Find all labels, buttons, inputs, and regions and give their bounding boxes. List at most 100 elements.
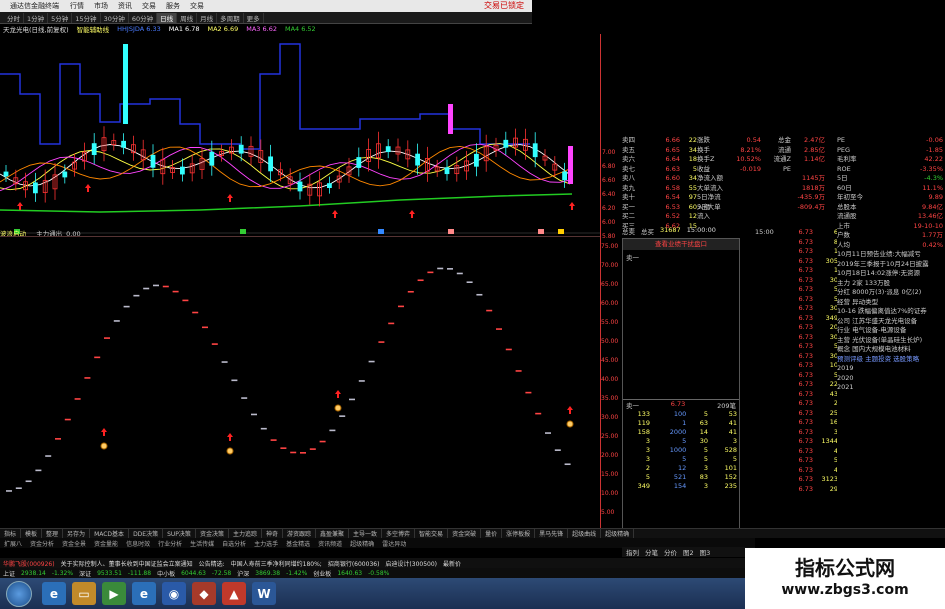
detail-row: 3 5 30 3 — [623, 436, 739, 445]
menu-item[interactable]: 资讯 — [118, 1, 132, 11]
indicator-name[interactable]: 智能辅助线 — [77, 24, 110, 34]
ie-icon[interactable]: e — [42, 582, 66, 605]
news-item[interactable]: 中国人寿前三季净利同增约180%; — [228, 559, 325, 568]
browser-icon[interactable]: e — [132, 582, 156, 605]
detail-cell: 53 — [728, 409, 737, 418]
news-item[interactable]: 最新价 — [440, 559, 464, 568]
period-tab[interactable]: 5分钟 — [48, 12, 73, 23]
right-tab[interactable]: 图2 — [683, 547, 694, 557]
order-detail-window[interactable]: 查看业绩干扰盘口 卖一 卖一 6.73 209笔 133 100 5 53 119 1 63… — [622, 238, 740, 538]
menu-item[interactable]: 市场 — [94, 1, 108, 11]
period-tab[interactable]: 周线 — [177, 12, 198, 23]
toolbar-tab[interactable]: 超级精确 — [601, 529, 635, 538]
toolbar-tab[interactable]: 整理 — [42, 529, 64, 538]
toolbar-tab[interactable]: 模板 — [21, 529, 43, 538]
toolbar-tab[interactable]: 涨停板报 — [502, 529, 536, 538]
bottom-tab[interactable]: 资讯频道 — [314, 539, 346, 548]
toolbar-tab[interactable]: 主导一致 — [349, 529, 383, 538]
f10-line[interactable]: 2019年三季报于10月24日披露 — [837, 260, 945, 270]
f10-line[interactable]: 10月18日14:02涨停:无资源 — [837, 269, 945, 279]
menu-item[interactable]: 服务 — [166, 1, 180, 11]
period-tab[interactable]: 30分钟 — [101, 12, 129, 23]
trade-lock-status[interactable]: 交易已锁定 — [484, 0, 524, 11]
right-tab[interactable]: 图3 — [700, 547, 711, 557]
toolbar-tab[interactable]: 黑马先锋 — [535, 529, 569, 538]
f10-line[interactable]: 主力 2家 133万股 — [837, 279, 945, 289]
period-tab[interactable]: 月线 — [197, 12, 218, 23]
toolbar-tab[interactable]: 另存为 — [63, 529, 91, 538]
candle-body — [444, 167, 450, 175]
bottom-tab[interactable]: 资金全景 — [58, 539, 90, 548]
f10-line[interactable]: 10月11日预告业绩:大幅减亏 — [837, 250, 945, 260]
bottom-tab[interactable]: 扩展八 — [0, 539, 26, 548]
f10-line[interactable]: 10-16 跌幅偏离值达7%的证券 — [837, 307, 945, 317]
toolbar-tab[interactable]: DDE决策 — [129, 529, 164, 538]
news-ticker[interactable]: 华鹏飞股(000926) 关于实际控制人、董事长收到中国证监会立案通知 公告精选: 中… — [0, 558, 745, 568]
toolbar-tab[interactable]: 量价 — [481, 529, 503, 538]
period-tab[interactable]: 日线 — [157, 12, 178, 23]
bottom-tab[interactable]: 资金分析 — [26, 539, 58, 548]
trading-app-icon[interactable]: ▲ — [222, 582, 246, 605]
f10-line[interactable]: 主营 光伏设备(单晶硅生长炉) — [837, 336, 945, 346]
bottom-tab[interactable]: 行业分析 — [154, 539, 186, 548]
f10-line[interactable]: 行业 电气设备-电源设备 — [837, 326, 945, 336]
news-item[interactable]: 公告精选: — [196, 559, 228, 568]
period-tab[interactable]: 分时 — [4, 12, 24, 23]
bottom-tab[interactable]: 生活传媒 — [186, 539, 218, 548]
toolbar-tab[interactable]: 资金决策 — [196, 529, 229, 538]
toolbar-tab[interactable]: 超级曲线 — [568, 529, 602, 538]
wave-indicator-chart[interactable] — [0, 236, 600, 528]
word-icon[interactable]: W — [252, 582, 276, 605]
buy-arrow-icon — [85, 184, 91, 192]
period-tab[interactable]: 多周期 — [217, 12, 244, 23]
toolbar-tab[interactable]: 鑫盈兼聚 — [316, 529, 350, 538]
tick-time — [755, 456, 785, 466]
right-tab[interactable]: 分价 — [664, 547, 677, 557]
f10-line[interactable]: 公司 江苏华盛天龙光电设备 — [837, 317, 945, 327]
f10-line[interactable]: 预测评级 主题投资 选股策略 — [837, 355, 945, 365]
bottom-tab[interactable]: 信息时效 — [122, 539, 154, 548]
period-tab[interactable]: 1分钟 — [24, 12, 49, 23]
news-item[interactable]: 华鹏飞股(000926) — [0, 559, 58, 568]
period-tab[interactable]: 更多 — [244, 12, 264, 23]
bottom-tab[interactable]: 资金量能 — [90, 539, 122, 548]
bottom-tab[interactable]: 自选分析 — [218, 539, 250, 548]
toolbar-tab[interactable]: 游资跟踪 — [283, 529, 316, 538]
menu-item[interactable]: 交易 — [190, 1, 204, 11]
right-tab[interactable]: 分笔 — [645, 547, 658, 557]
news-item[interactable]: 启迪设计(300500) — [382, 559, 440, 568]
toolbar-tab[interactable]: 智能交易 — [415, 529, 449, 538]
f10-line[interactable]: 分红 8000万(3)·派息 0亿(2) — [837, 288, 945, 298]
tick-time — [755, 333, 785, 343]
bottom-tab[interactable]: 主力选手 — [250, 539, 282, 548]
period-tab[interactable]: 60分钟 — [129, 12, 158, 23]
menu-item[interactable]: 交易 — [142, 1, 156, 11]
f10-line[interactable]: 经营 异动类型 — [837, 298, 945, 308]
toolbar-tab[interactable]: 指标 — [0, 529, 22, 538]
app-icon[interactable]: ◆ — [192, 582, 216, 605]
toolbar-tab[interactable]: 资金突破 — [448, 529, 482, 538]
bottom-tab[interactable]: 雷达异动 — [378, 539, 410, 548]
start-button[interactable] — [6, 581, 32, 607]
bottom-tab[interactable]: 超级精确 — [346, 539, 378, 548]
toolbar-tab[interactable]: 主力追踪 — [229, 529, 262, 538]
chrome-icon[interactable]: ◉ — [162, 582, 186, 605]
orderbook-volume: 97 — [688, 193, 697, 201]
toolbar-tab[interactable]: 多空博弈 — [382, 529, 416, 538]
f10-line[interactable]: 概念 国内大规模电池材料 — [837, 345, 945, 355]
tick-list[interactable]: 15:00 6.73 6 6.73 8 6.73 1 6.73 305 6.73 1 6.73 30 6.… — [755, 228, 840, 540]
menu-item[interactable]: 行情 — [70, 1, 84, 11]
period-tab[interactable]: 15分钟 — [72, 12, 101, 23]
tick-row: 6.73 43 — [755, 390, 840, 400]
bottom-tab[interactable]: 基金精选 — [282, 539, 314, 548]
toolbar-tab[interactable]: SUP决策 — [163, 529, 196, 538]
candlestick-chart[interactable] — [0, 34, 600, 234]
folder-icon[interactable]: ▭ — [72, 582, 96, 605]
media-icon[interactable]: ▶ — [102, 582, 126, 605]
news-item[interactable]: 招商银行(600036) — [325, 559, 383, 568]
detail-cell: 1000 — [669, 445, 687, 454]
news-item[interactable]: 关于实际控制人、董事长收到中国证监会立案通知 — [58, 559, 196, 568]
right-tab[interactable]: 指列 — [626, 547, 639, 557]
toolbar-tab[interactable]: 神奇 — [262, 529, 283, 538]
toolbar-tab[interactable]: MACD基本 — [90, 529, 130, 538]
